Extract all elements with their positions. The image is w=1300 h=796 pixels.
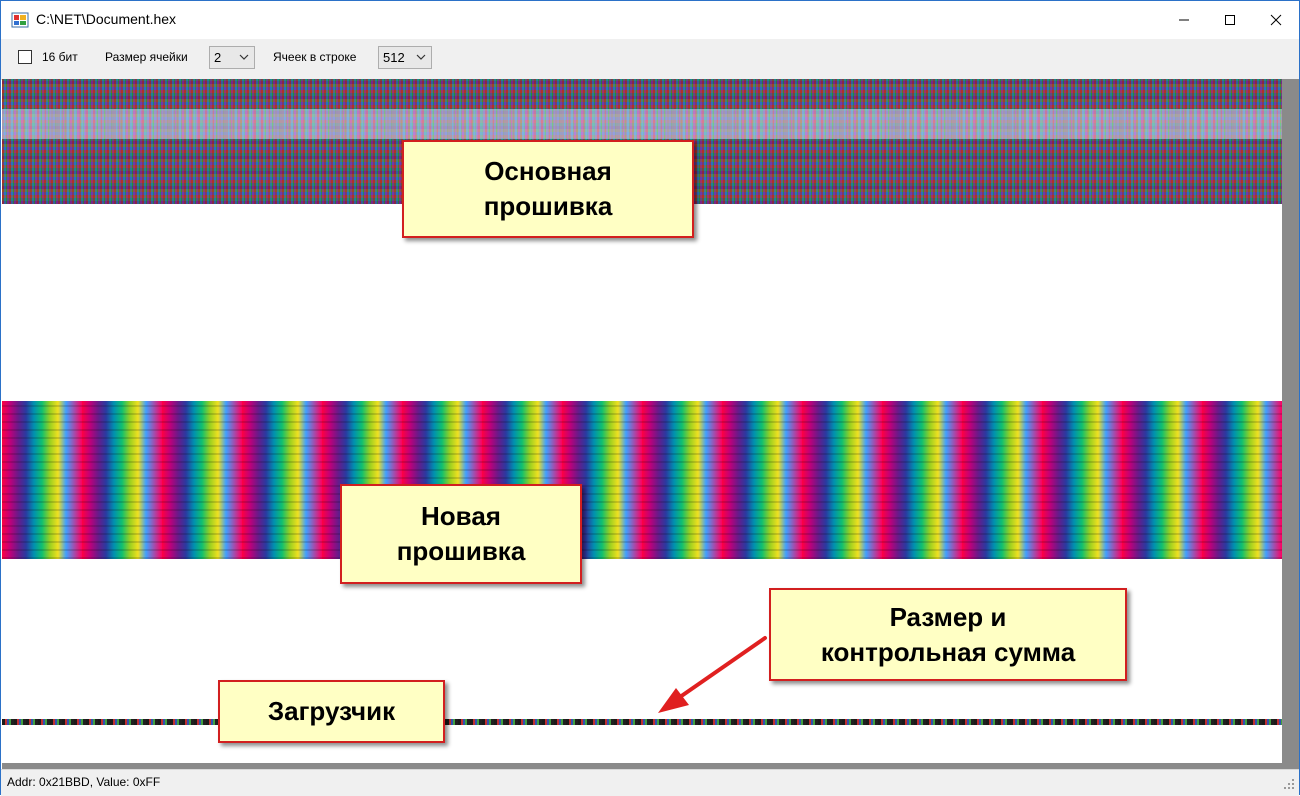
status-text: Addr: 0x21BBD, Value: 0xFF xyxy=(7,775,161,789)
cells-per-row-select[interactable]: 512 xyxy=(378,46,432,69)
window-title: C:\NET\Document.hex xyxy=(36,11,177,27)
cell-size-value: 2 xyxy=(214,50,222,65)
maximize-icon xyxy=(1225,15,1235,25)
close-button[interactable] xyxy=(1253,1,1299,39)
resize-grip-icon[interactable] xyxy=(1283,778,1295,790)
minimize-icon xyxy=(1179,19,1189,21)
status-bar: Addr: 0x21BBD, Value: 0xFF xyxy=(1,769,1299,796)
title-bar[interactable]: C:\NET\Document.hex xyxy=(1,1,1299,39)
maximize-button[interactable] xyxy=(1207,1,1253,39)
chevron-down-icon xyxy=(416,54,426,60)
cell-size-label: Размер ячейки xyxy=(105,50,188,64)
vertical-scrollbar[interactable] xyxy=(1282,79,1299,763)
cells-per-row-value: 512 xyxy=(383,50,405,65)
app-icon xyxy=(11,12,29,28)
cells-per-row-label: Ячеек в строке xyxy=(273,50,357,64)
callout-new-firmware-text: Новая прошивка xyxy=(396,501,526,566)
callout-new-firmware: Новая прошивка xyxy=(340,484,582,584)
16bit-checkbox[interactable] xyxy=(18,50,32,64)
bootloader-region xyxy=(2,719,1282,725)
cell-size-select[interactable]: 2 xyxy=(209,46,255,69)
callout-bootloader-text: Загрузчик xyxy=(267,696,396,726)
callout-main-firmware-text: Основная прошивка xyxy=(483,156,613,221)
callout-bootloader: Загрузчик xyxy=(218,680,445,743)
toolbar: 16 бит Размер ячейки 2 Ячеек в строке 51… xyxy=(1,39,1299,80)
callout-main-firmware: Основная прошивка xyxy=(402,140,694,238)
callout-size-checksum: Размер и контрольная сумма xyxy=(769,588,1127,681)
callout-size-checksum-text: Размер и контрольная сумма xyxy=(820,601,1076,667)
16bit-label: 16 бит xyxy=(42,50,78,64)
close-icon xyxy=(1270,14,1282,26)
new-firmware-region xyxy=(2,401,1282,559)
main-firmware-highlight xyxy=(2,109,1282,139)
minimize-button[interactable] xyxy=(1161,1,1207,39)
chevron-down-icon xyxy=(239,54,249,60)
